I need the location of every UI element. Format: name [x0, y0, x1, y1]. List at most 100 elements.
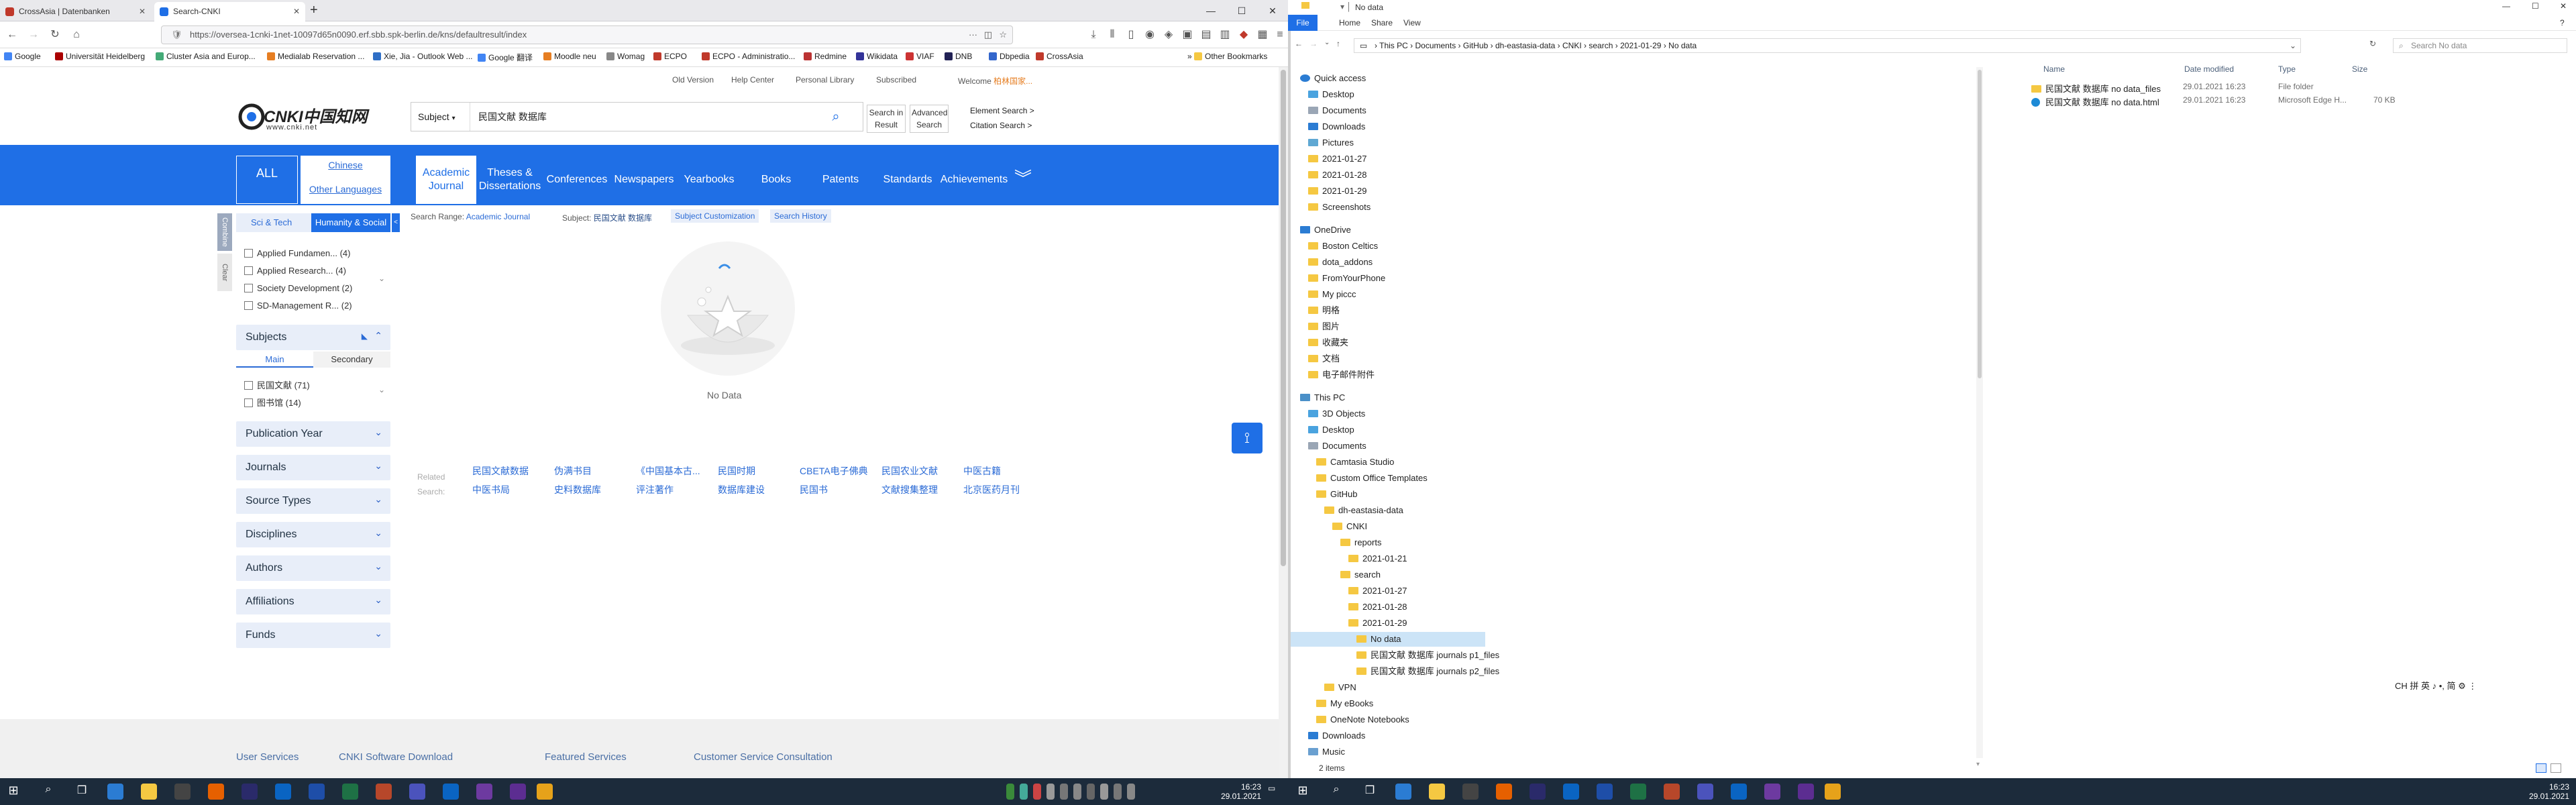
column-type[interactable]: Type — [2278, 64, 2296, 74]
tree-item[interactable]: OneDrive — [1300, 223, 1351, 237]
footer-software-download[interactable]: CNKI Software Download — [339, 751, 453, 763]
tree-item[interactable]: 2021-01-28 — [1348, 600, 1407, 614]
checkbox[interactable] — [244, 266, 253, 275]
close-icon[interactable]: ✕ — [293, 2, 300, 21]
teams-icon[interactable] — [1697, 784, 1713, 800]
search-input[interactable]: 民国文献 数据库 — [478, 103, 814, 131]
tree-item[interactable]: Quick access — [1300, 71, 1366, 86]
checkbox[interactable] — [244, 398, 253, 407]
task-view-icon[interactable]: ❒ — [74, 784, 90, 800]
tree-item[interactable]: This PC — [1300, 390, 1345, 405]
secondary-tab[interactable]: Secondary — [313, 352, 390, 368]
edge-icon[interactable] — [1395, 784, 1411, 800]
back-icon[interactable]: ← — [1295, 39, 1303, 48]
search-icon[interactable]: ⌕ — [40, 784, 56, 800]
extension-icon[interactable]: ▥ — [1218, 28, 1232, 42]
forward-icon[interactable]: → — [1309, 39, 1318, 48]
help-center-link[interactable]: Help Center — [731, 75, 774, 85]
word-icon[interactable] — [309, 784, 325, 800]
breadcrumb-item[interactable]: › Documents — [1410, 41, 1456, 50]
clear-button[interactable]: Clear — [217, 254, 232, 291]
tree-item[interactable]: My piccc — [1308, 287, 1356, 302]
search-icon[interactable]: ⌕ — [1328, 784, 1344, 800]
category-item[interactable]: Applied Research... (4) — [244, 266, 346, 276]
search-icon[interactable]: ⌕ — [827, 108, 845, 125]
photoshop-icon[interactable] — [1529, 784, 1546, 800]
related-search-link[interactable]: 数据库建设 — [718, 483, 765, 496]
clock[interactable]: 16:23 29.01.2021 — [1214, 782, 1261, 801]
checkbox[interactable] — [244, 249, 253, 258]
photoshop-icon[interactable] — [241, 784, 258, 800]
analysis-chart-icon[interactable]: ⟟ — [1232, 423, 1263, 453]
related-search-link[interactable]: 《中国基本古... — [636, 464, 700, 478]
subscribed-link[interactable]: Subscribed — [876, 75, 916, 85]
store-icon[interactable] — [174, 784, 191, 800]
related-search-link[interactable]: 伪满书目 — [554, 464, 592, 478]
acrobat-icon[interactable] — [1664, 784, 1680, 800]
welcome-user[interactable]: 柏林国家... — [994, 76, 1032, 86]
store-icon[interactable] — [1462, 784, 1479, 800]
related-search-link[interactable]: 中医书局 — [472, 483, 510, 496]
chinese-tab[interactable]: Chinese — [301, 160, 390, 170]
tab-crossasia[interactable]: CrossAsia | Datenbanken ✕ — [0, 2, 151, 21]
windows-start-icon[interactable]: ⊞ — [1295, 784, 1311, 800]
tree-item[interactable]: reports — [1340, 535, 1381, 550]
publication-year-facet[interactable]: Publication Year ⌄ — [236, 421, 390, 447]
bookmark-item[interactable]: Universität Heidelberg — [55, 52, 145, 61]
quick-access-toolbar[interactable]: ▾ │ — [1340, 2, 1352, 11]
advanced-search-button[interactable]: Advanced Search — [910, 105, 949, 133]
refresh-icon[interactable]: ↻ — [2369, 39, 2376, 48]
nav-achievements[interactable]: Achievements — [939, 173, 1009, 186]
tray-icon[interactable] — [1046, 784, 1055, 800]
tray-icon[interactable] — [1020, 784, 1028, 800]
firefox-icon[interactable] — [208, 784, 224, 800]
related-search-link[interactable]: 中医古籍 — [963, 464, 1001, 478]
outlook-icon[interactable] — [443, 784, 459, 800]
ime-toolbar[interactable]: CH 拼 英 ♪ •, 简 ⚙ ⋮ — [2392, 678, 2480, 693]
checkbox[interactable] — [244, 381, 253, 390]
tree-item[interactable]: 民国文献 数据库 journals p2_files — [1356, 664, 1499, 679]
category-item[interactable]: Society Development (2) — [244, 283, 352, 293]
category-item[interactable]: Applied Fundamen... (4) — [244, 248, 350, 258]
reload-icon[interactable]: ↻ — [48, 28, 62, 42]
footer-customer-service[interactable]: Customer Service Consultation — [694, 751, 833, 763]
firefox-icon[interactable] — [1496, 784, 1512, 800]
bookmark-item[interactable]: Cluster Asia and Europ... — [156, 52, 256, 61]
tree-item[interactable]: 2021-01-27 — [1348, 584, 1407, 598]
related-search-link[interactable]: 史料数据库 — [554, 483, 601, 496]
new-tab-icon[interactable]: + — [310, 3, 318, 18]
forward-icon[interactable]: → — [27, 28, 40, 42]
pocket-icon[interactable]: ◫ — [984, 26, 992, 44]
bookmark-item[interactable]: VIAF — [906, 52, 934, 61]
source-types-facet[interactable]: Source Types ⌄ — [236, 488, 390, 514]
tree-item[interactable]: 文档 — [1308, 352, 1340, 366]
nav-standards[interactable]: Standards — [876, 173, 939, 186]
disciplines-facet[interactable]: Disciplines ⌄ — [236, 522, 390, 547]
cnki-logo[interactable]: CNKI中国知网 www.cnki.net — [238, 101, 406, 136]
breadcrumb-item[interactable]: › 2021-01-29 — [1615, 41, 1662, 50]
bookmark-item[interactable]: ECPO — [653, 52, 687, 61]
teams-icon[interactable] — [409, 784, 425, 800]
breadcrumb-item[interactable]: › This PC — [1375, 41, 1408, 50]
nav-academic-journal[interactable]: Academic Journal — [416, 166, 476, 193]
windows-start-icon[interactable]: ⊞ — [5, 784, 21, 800]
breadcrumb-item[interactable]: › No data — [1664, 41, 1697, 50]
tree-item[interactable]: 图片 — [1308, 319, 1340, 334]
minimize-icon[interactable]: — — [1195, 0, 1226, 21]
extension-icon[interactable]: ◈ — [1162, 28, 1175, 42]
scrollbar-thumb[interactable] — [1978, 70, 1982, 378]
tray-icon[interactable] — [1006, 784, 1014, 800]
bookmark-item[interactable]: DNB — [945, 52, 972, 61]
other-languages-tab[interactable]: Other Languages — [301, 184, 390, 195]
tree-item[interactable]: Downloads — [1308, 729, 1365, 743]
category-item[interactable]: SD-Management R... (2) — [244, 301, 352, 311]
excel-icon[interactable] — [1630, 784, 1646, 800]
nav-books[interactable]: Books — [745, 173, 808, 186]
file-explorer-icon[interactable] — [1429, 784, 1445, 800]
chevron-down-icon[interactable]: ⌄ — [378, 385, 385, 394]
footer-user-services[interactable]: User Services — [236, 751, 299, 763]
large-icons-view-icon[interactable] — [2551, 763, 2561, 773]
ribbon-home-tab[interactable]: Home — [1339, 18, 1360, 28]
chrome-icon[interactable] — [1825, 784, 1841, 800]
bookmark-item[interactable]: Google — [4, 52, 41, 61]
